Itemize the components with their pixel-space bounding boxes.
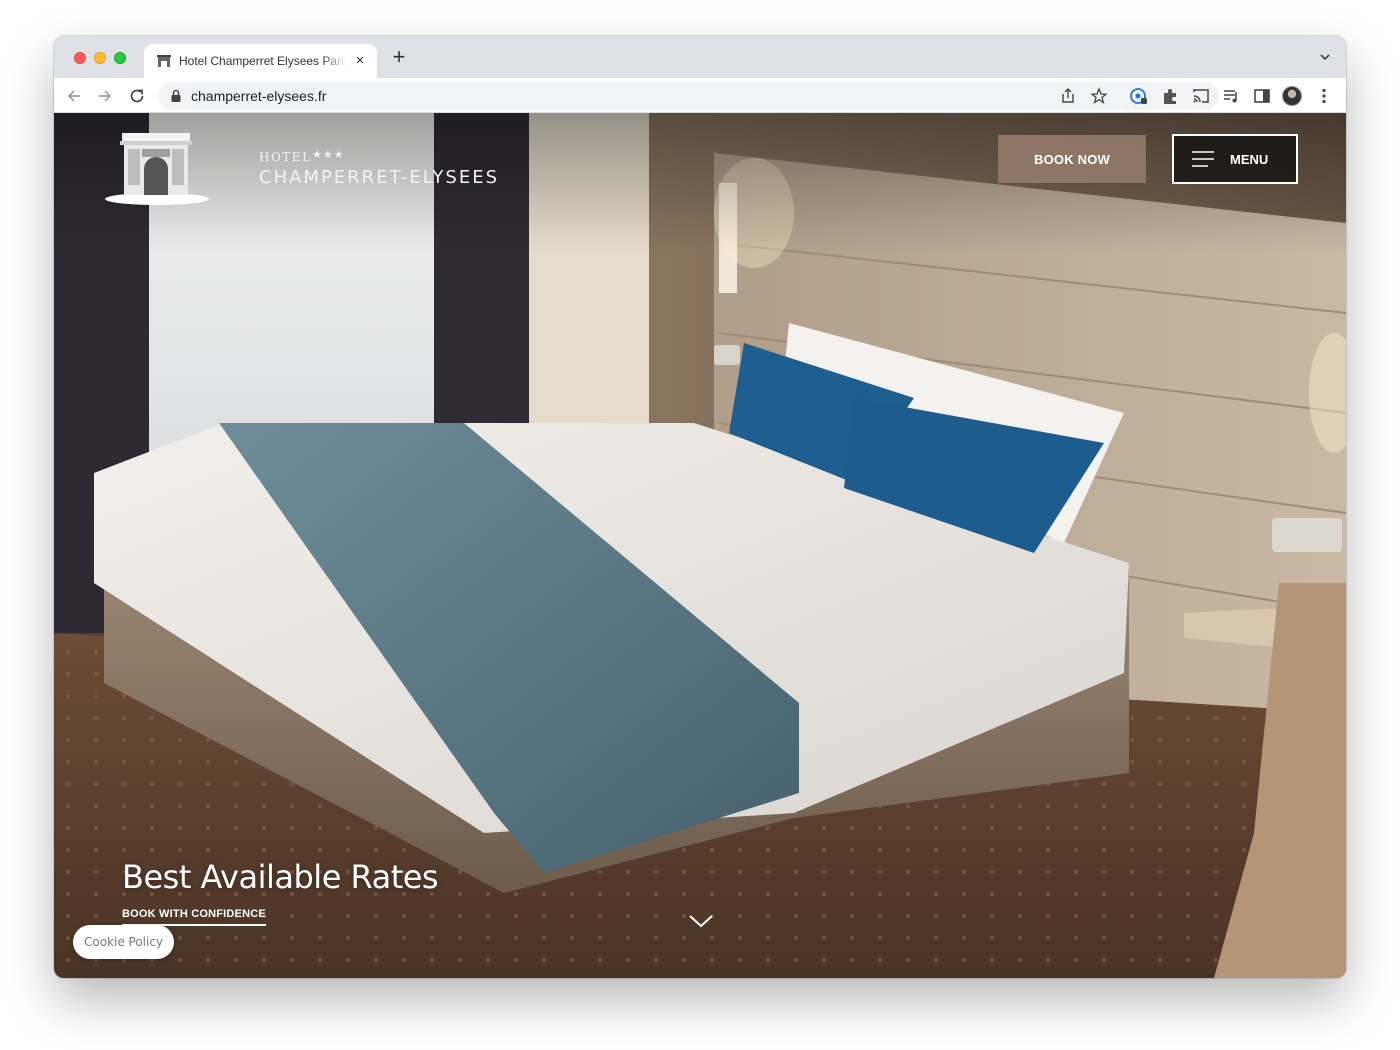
profile-avatar[interactable] — [1282, 86, 1302, 106]
reload-icon[interactable] — [127, 86, 147, 106]
side-panel-icon[interactable] — [1252, 86, 1272, 106]
cookie-policy-button[interactable]: Cookie Policy — [73, 925, 174, 959]
close-window-button[interactable] — [74, 52, 86, 64]
more-options-icon[interactable] — [1314, 86, 1334, 106]
lock-icon[interactable] — [170, 89, 182, 103]
browser-window: Hotel Champerret Elysees Paris × + champ… — [54, 36, 1346, 978]
forward-arrow-icon[interactable] — [95, 86, 115, 106]
close-tab-icon[interactable]: × — [352, 53, 368, 69]
hero-bedroom-image — [54, 113, 1346, 978]
logo-hotel-text: HOTEL — [259, 150, 312, 164]
new-tab-button[interactable]: + — [388, 46, 410, 69]
scroll-down-chevron-icon[interactable] — [688, 913, 714, 929]
book-with-confidence-link[interactable]: BOOK WITH CONFIDENCE — [122, 908, 266, 926]
share-icon[interactable] — [1059, 87, 1077, 105]
maximize-window-button[interactable] — [114, 52, 126, 64]
arc-de-triomphe-logo-icon — [105, 133, 209, 205]
browser-toolbar: champerret-elysees.fr — [54, 78, 1346, 113]
hamburger-icon — [1192, 151, 1214, 167]
logo-hotel-name: CHAMPERRET-ELYSEES — [259, 167, 500, 188]
extension-icon[interactable] — [1129, 86, 1149, 106]
book-now-button[interactable]: BOOK NOW — [998, 135, 1146, 183]
browser-tab[interactable]: Hotel Champerret Elysees Paris × — [144, 44, 377, 78]
site-favicon-icon — [157, 55, 171, 67]
media-controls-icon[interactable] — [1221, 86, 1241, 106]
bookmark-star-icon[interactable] — [1090, 87, 1108, 105]
menu-button[interactable]: MENU — [1172, 134, 1298, 184]
hotel-logo[interactable]: HOTEL ★★★ CHAMPERRET-ELYSEES — [102, 125, 497, 205]
url-text[interactable]: champerret-elysees.fr — [191, 88, 326, 104]
page-viewport: HOTEL ★★★ CHAMPERRET-ELYSEES BOOK NOW ME… — [54, 113, 1346, 978]
menu-label: MENU — [1230, 152, 1269, 167]
hero-title: Best Available Rates — [122, 858, 439, 896]
minimize-window-button[interactable] — [94, 52, 106, 64]
puzzle-extensions-icon[interactable] — [1160, 86, 1180, 106]
tab-strip: Hotel Champerret Elysees Paris × + — [54, 36, 1346, 78]
cast-icon[interactable] — [1191, 86, 1211, 106]
tab-search-chevron-icon[interactable] — [1318, 50, 1332, 64]
tab-title: Hotel Champerret Elysees Paris — [179, 54, 347, 68]
address-bar[interactable]: champerret-elysees.fr — [159, 82, 1219, 110]
back-arrow-icon[interactable] — [64, 86, 84, 106]
logo-stars: ★★★ — [312, 149, 345, 161]
